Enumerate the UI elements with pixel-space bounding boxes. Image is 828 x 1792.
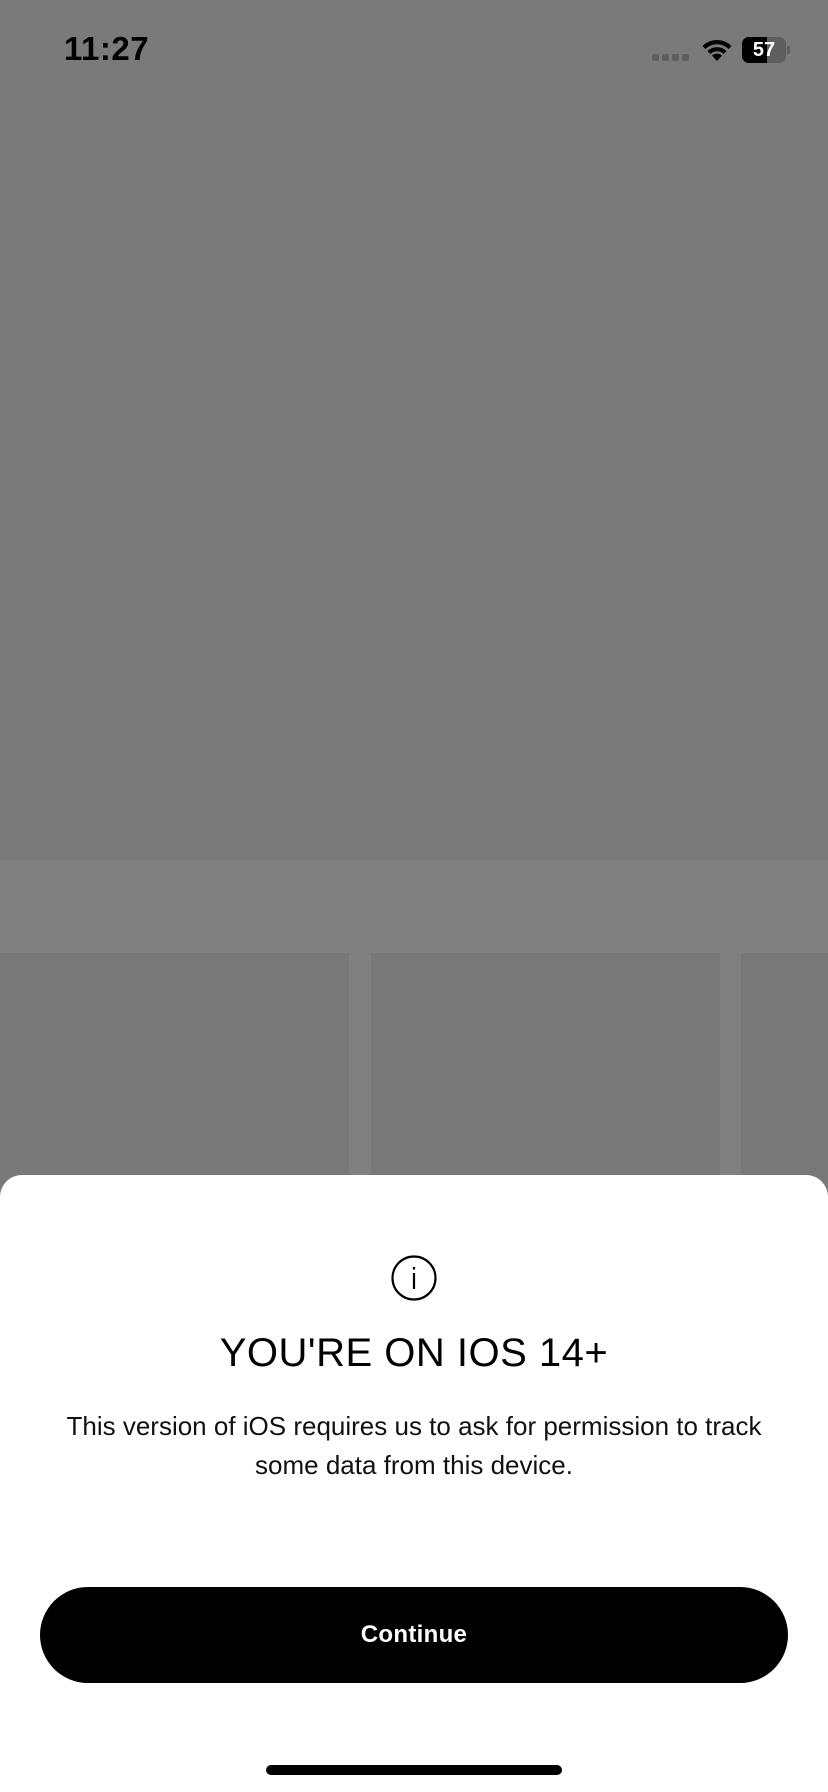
sheet-description: This version of iOS requires us to ask f… [66, 1411, 762, 1480]
battery-cap [787, 46, 790, 54]
section-header-placeholder [0, 860, 828, 953]
home-indicator[interactable] [266, 1765, 562, 1775]
cellular-signal-icon [652, 54, 689, 61]
carousel-tile [0, 953, 349, 1183]
battery-percentage: 57 [752, 39, 776, 61]
wifi-icon [702, 39, 732, 61]
battery-body: 57 [742, 37, 786, 63]
carousel-tile [741, 953, 828, 1183]
status-time: 11:27 [64, 30, 150, 67]
product-carousel [0, 953, 828, 1183]
sheet-title: YOU'RE ON IOS 14+ [219, 1331, 609, 1375]
hero-image-placeholder [0, 0, 828, 860]
status-bar: 11:27 57 [0, 0, 828, 100]
app-screen: 11:27 57 YOU'RE ON IOS 14+ This version … [0, 0, 828, 1792]
battery-indicator: 57 [742, 37, 790, 63]
info-icon [391, 1255, 437, 1301]
tracking-permission-sheet: YOU'RE ON IOS 14+ This version of iOS re… [0, 1175, 828, 1792]
continue-button[interactable]: Continue [40, 1587, 788, 1683]
carousel-tile [371, 953, 720, 1183]
